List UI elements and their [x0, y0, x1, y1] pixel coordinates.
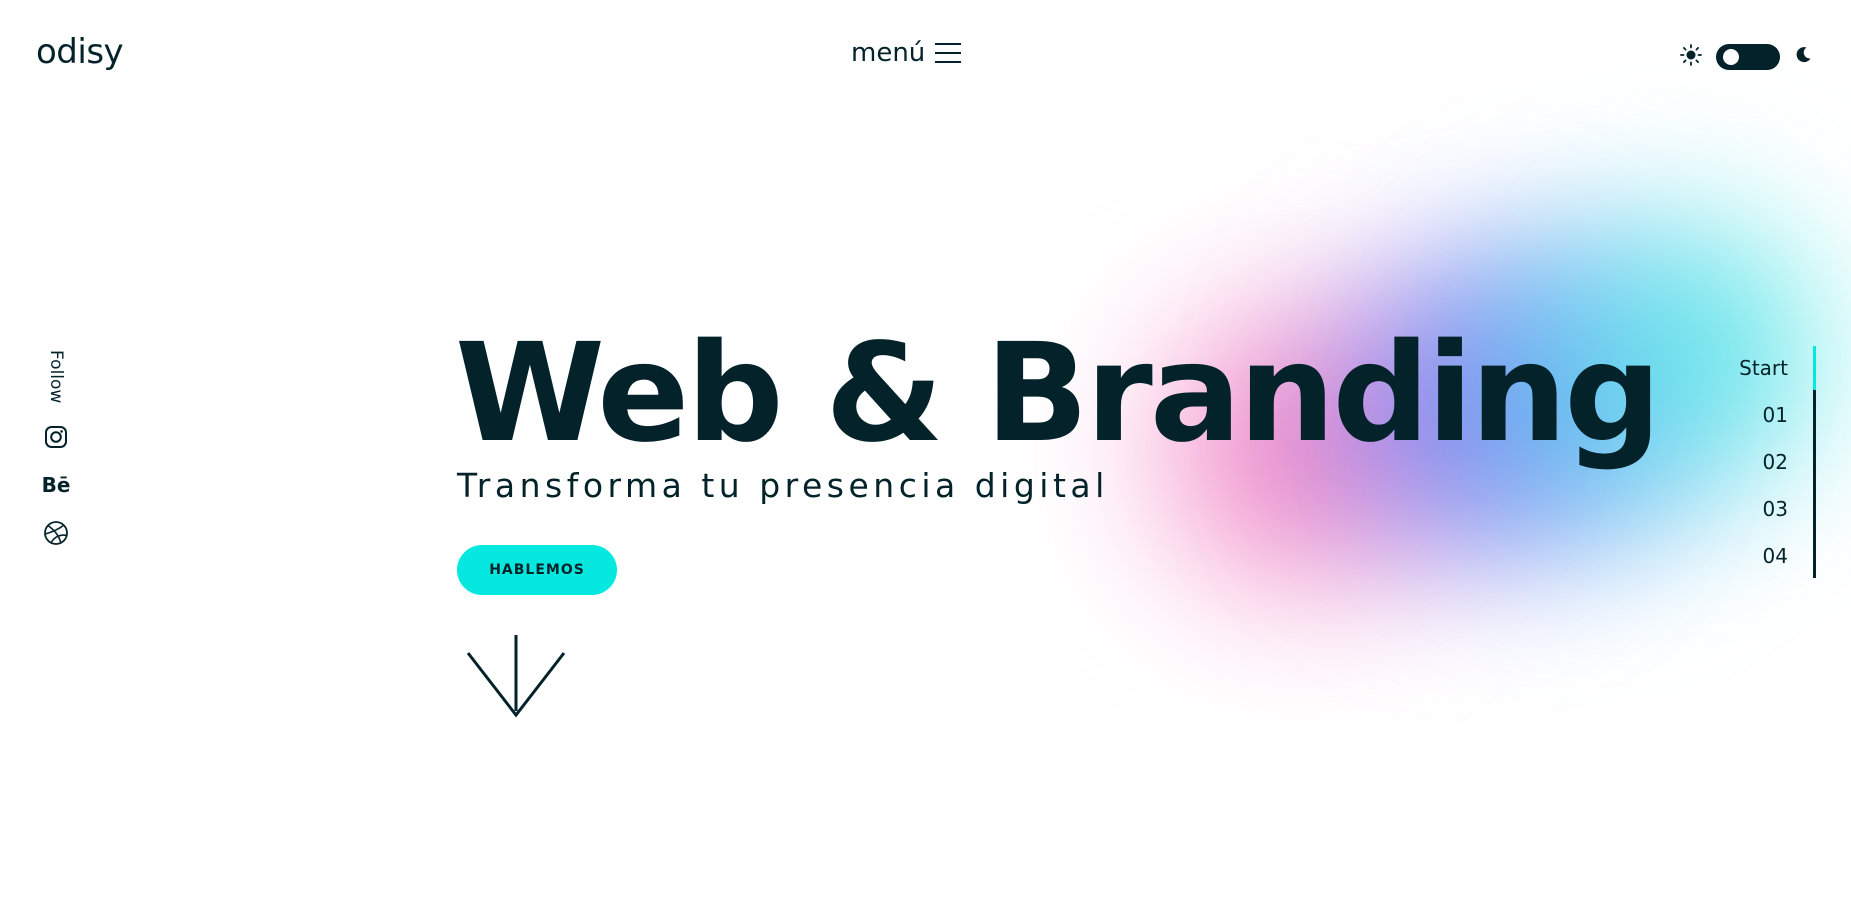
section-nav: Start 01 02 03 04 — [1700, 346, 1816, 578]
nav-active-indicator — [1813, 346, 1816, 390]
toggle-knob — [1723, 49, 1739, 65]
hamburger-icon — [935, 43, 962, 63]
follow-social-bar: Follow Bē — [42, 350, 70, 547]
site-logo[interactable]: odisy — [36, 32, 124, 72]
hablemos-button[interactable]: HABLEMOS — [457, 545, 617, 595]
hero-title: Web & Branding — [455, 315, 1662, 473]
menu-label: menú — [851, 38, 926, 68]
theme-switcher — [1680, 44, 1812, 70]
instagram-icon[interactable] — [42, 423, 70, 451]
nav-item-04[interactable]: 04 — [1763, 544, 1788, 568]
follow-label: Follow — [46, 350, 66, 404]
menu-button[interactable]: menú — [851, 38, 962, 68]
dribbble-icon[interactable] — [42, 519, 70, 547]
nav-item-01[interactable]: 01 — [1763, 403, 1788, 427]
landing-page: odisy menú Follow Bē Web & Branding Tran… — [0, 0, 1851, 917]
hero-subtitle: Transforma tu presencia digital — [457, 466, 1109, 505]
moon-icon[interactable] — [1794, 46, 1812, 68]
theme-toggle[interactable] — [1716, 44, 1780, 70]
sun-icon[interactable] — [1680, 44, 1702, 70]
nav-item-03[interactable]: 03 — [1763, 497, 1788, 521]
nav-item-start[interactable]: Start — [1739, 356, 1788, 380]
nav-item-02[interactable]: 02 — [1763, 450, 1788, 474]
behance-icon[interactable]: Bē — [42, 471, 71, 499]
arrow-down-icon[interactable] — [466, 635, 568, 719]
